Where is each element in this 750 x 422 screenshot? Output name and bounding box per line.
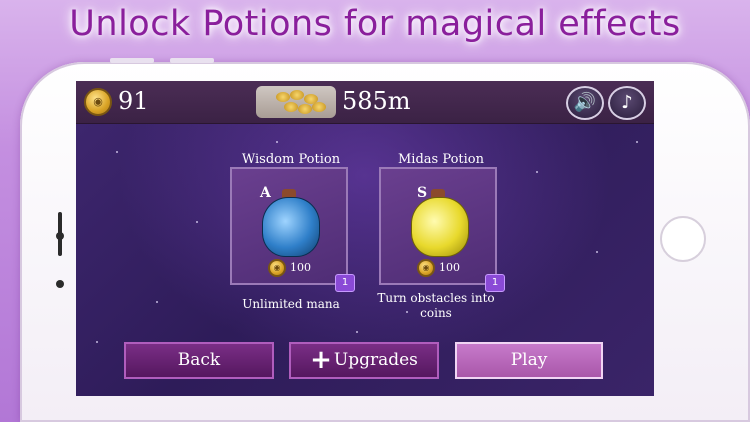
coin-count: 91 xyxy=(118,87,149,115)
sensor xyxy=(56,280,64,288)
potion-card-midas[interactable]: S ◉ 100 xyxy=(379,167,497,285)
potion-owned-count: 1 xyxy=(485,274,505,292)
speaker-icon[interactable]: 🔊 xyxy=(566,86,604,120)
potion-price: 100 xyxy=(439,261,460,274)
distance-readout: 585m xyxy=(342,87,411,115)
potion-key-letter: A xyxy=(260,185,271,201)
potion-title-wisdom: Wisdom Potion xyxy=(241,152,341,167)
upgrades-label: Upgrades xyxy=(333,350,418,370)
music-note-icon[interactable]: ♪ xyxy=(608,86,646,120)
potion-title-midas: Midas Potion xyxy=(398,152,484,167)
home-button[interactable] xyxy=(660,216,706,262)
potion-owned-count: 1 xyxy=(335,274,355,292)
potion-price: 100 xyxy=(290,261,311,274)
back-button[interactable]: Back xyxy=(124,342,274,379)
plus-icon: + xyxy=(310,345,332,375)
coin-icon: ◉ xyxy=(268,259,286,277)
upgrades-button[interactable]: + Upgrades xyxy=(289,342,439,379)
potion-description-wisdom: Unlimited mana xyxy=(242,297,340,311)
volume-button xyxy=(110,58,154,63)
treasure-icon xyxy=(256,86,336,118)
potion-description-midas: Turn obstacles into coins xyxy=(377,291,495,320)
midas-potion-icon xyxy=(411,197,469,257)
play-button[interactable]: Play xyxy=(455,342,603,379)
potion-card-wisdom[interactable]: A ◉ 100 xyxy=(230,167,348,285)
game-screen: ◉ 91 585m 🔊 ♪ Wisdom Potion A ◉ 100 1 Un… xyxy=(76,81,654,396)
coin-icon: ◉ xyxy=(84,88,112,116)
promo-headline: Unlock Potions for magical effects xyxy=(69,4,681,44)
front-camera xyxy=(56,232,64,240)
wisdom-potion-icon xyxy=(262,197,320,257)
coin-icon: ◉ xyxy=(417,259,435,277)
hud-bar: ◉ 91 585m 🔊 ♪ xyxy=(76,81,654,124)
volume-button-2 xyxy=(170,58,214,63)
